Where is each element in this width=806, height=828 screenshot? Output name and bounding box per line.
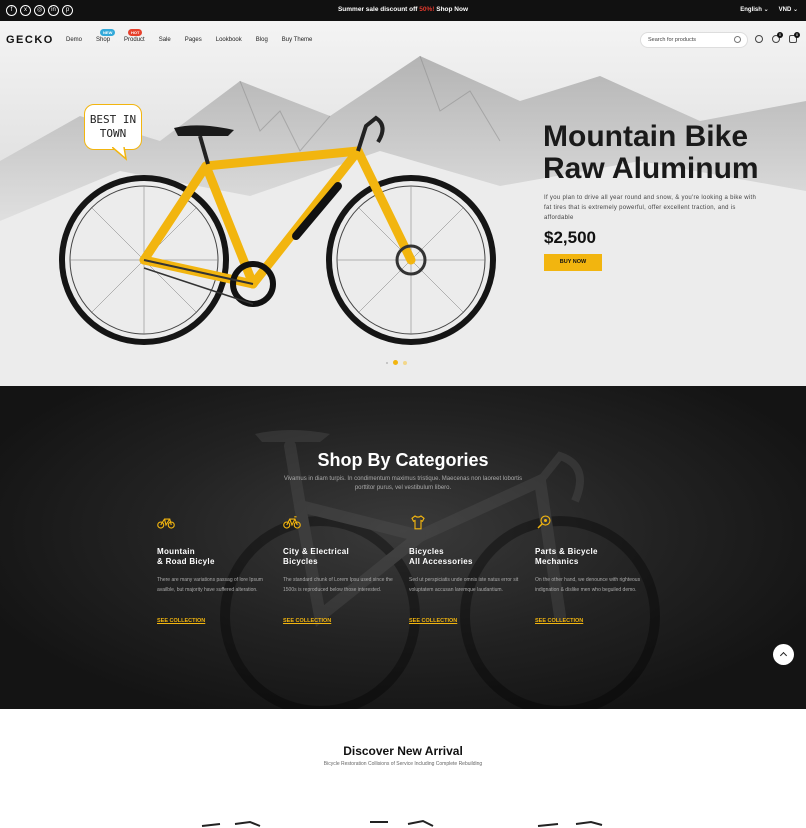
hero-price: $2,500 <box>544 228 596 247</box>
category-card-city-electrical: City & Electrical Bicycles The standard c… <box>283 514 395 627</box>
category-name: Mountain & Road Bicyle <box>157 547 269 567</box>
hot-badge: HOT <box>128 29 143 36</box>
category-description: The standard chunk of Lorem Ipsu used si… <box>283 577 393 593</box>
locale-switchers: English ⌄ VND ⌄ <box>740 6 798 13</box>
nav-lookbook[interactable]: Lookbook <box>216 37 242 43</box>
see-collection-link[interactable]: SEE COLLECTION <box>283 618 331 624</box>
wishlist-count: 0 <box>777 32 783 38</box>
see-collection-link[interactable]: SEE COLLECTION <box>535 618 583 624</box>
wrench-icon <box>537 515 551 529</box>
nav-pages[interactable]: Pages <box>185 37 202 43</box>
categories-title: Shop By Categories <box>317 450 489 470</box>
currency-select[interactable]: VND ⌄ <box>779 6 798 13</box>
cart-icon[interactable]: 0 <box>789 32 800 43</box>
category-name-line-1: City & Electrical <box>283 547 350 556</box>
speech-tail <box>112 147 128 161</box>
language-label: English <box>740 7 762 13</box>
search-input[interactable]: Search for products <box>640 32 748 48</box>
bicycle-icon <box>157 518 175 529</box>
buy-now-button[interactable]: BUY NOW <box>544 254 602 271</box>
scroll-to-top-button[interactable] <box>773 644 794 665</box>
nav-label: Demo <box>66 37 83 43</box>
promo-prefix: Summer sale discount off <box>337 6 418 13</box>
categories-section: Shop By Categories Vivamus in diam turpi… <box>0 386 806 709</box>
category-name-line-2: & Road Bicyle <box>157 557 215 566</box>
product-image-peek-1 <box>201 820 261 827</box>
slide-dot-1[interactable] <box>386 361 388 364</box>
main-nav: Demo NEW Shop HOT Product Sale Pages Lookb… <box>66 29 313 43</box>
language-select[interactable]: English ⌄ <box>740 6 768 13</box>
category-card-accessories: Bicycles All Accessories Sed ut perspicia… <box>409 514 521 627</box>
nav-label: Pages <box>184 37 202 43</box>
slide-dot-2[interactable] <box>393 360 398 365</box>
badge-text: BEST IN TOWN <box>89 113 137 140</box>
background-bike-silhouette <box>220 430 660 709</box>
nav-label: Buy Theme <box>281 37 313 43</box>
categories-subtitle: Vivamus in diam turpis. In condimentum m… <box>283 476 523 491</box>
slide-dot-3[interactable] <box>403 360 407 365</box>
promo-highlight: 50%! <box>419 6 435 13</box>
new-arrival-subtitle: Bicycle Restoration Collisions of Servic… <box>323 761 483 767</box>
site-header: GECKO Demo NEW Shop HOT Product Sale Pages… <box>0 21 806 59</box>
search-placeholder: Search for products <box>648 37 696 43</box>
see-collection-link[interactable]: SEE COLLECTION <box>157 618 205 624</box>
category-name-line-1: Mountain <box>157 547 195 556</box>
category-name: Bicycles All Accessories <box>409 547 521 567</box>
hero-title-line-2: Raw Aluminum <box>543 152 759 185</box>
hero-description: If you plan to drive all year round and … <box>544 195 757 221</box>
category-name-line-2: All Accessories <box>409 557 473 566</box>
category-description: There are many variations passag of lore… <box>157 577 263 593</box>
nav-buy-theme[interactable]: Buy Theme <box>282 37 313 43</box>
hero-title-line-1: Mountain Bike <box>543 120 749 153</box>
promo-text: Summer sale discount off 50%! Shop Now <box>0 6 806 13</box>
nav-label: Lookbook <box>215 37 242 43</box>
hero-slider: BEST IN TOWN Mountain Bike Raw Aluminum … <box>0 21 806 386</box>
new-arrival-title: Discover New Arrival <box>343 744 463 758</box>
electric-bicycle-icon <box>283 516 301 529</box>
cart-count: 0 <box>794 32 800 38</box>
category-name-line-1: Parts & Bicycle <box>535 547 598 556</box>
promo-shop-now-link[interactable]: Shop Now <box>436 6 468 13</box>
nav-label: Sale <box>158 37 171 43</box>
nav-label: Shop <box>96 37 111 43</box>
jersey-icon <box>411 515 425 530</box>
announcement-bar: f x ◎ in p Summer sale discount off 50%!… <box>0 0 806 21</box>
see-collection-link[interactable]: SEE COLLECTION <box>409 618 457 624</box>
hero-title: Mountain Bike Raw Aluminum <box>543 121 793 185</box>
nav-label: Product <box>124 37 145 43</box>
product-image-peek-3 <box>537 820 603 827</box>
product-image-peek-2 <box>370 819 434 827</box>
nav-blog[interactable]: Blog <box>256 37 268 43</box>
category-description: Sed ut perspiciatis unde omnis iste natu… <box>409 577 519 593</box>
nav-label: Blog <box>255 37 268 43</box>
nav-sale[interactable]: Sale <box>159 37 171 43</box>
search-icon[interactable] <box>734 36 741 43</box>
nav-shop[interactable]: NEW Shop <box>96 29 116 43</box>
site-logo[interactable]: GECKO <box>6 34 54 46</box>
category-name: City & Electrical Bicycles <box>283 547 395 567</box>
header-actions: 0 0 <box>755 32 800 43</box>
nav-demo[interactable]: Demo <box>66 37 82 43</box>
category-name: Parts & Bicycle Mechanics <box>535 547 647 567</box>
category-name-line-2: Mechanics <box>535 557 579 566</box>
category-description: On the other hand, we denounce with righ… <box>535 577 641 593</box>
category-card-parts-mechanics: Parts & Bicycle Mechanics On the other ha… <box>535 514 647 627</box>
category-card-mountain: Mountain & Road Bicyle There are many var… <box>157 514 269 627</box>
slider-dots <box>386 360 407 365</box>
category-name-line-1: Bicycles <box>409 547 444 556</box>
new-badge: NEW <box>100 29 116 36</box>
category-name-line-2: Bicycles <box>283 557 318 566</box>
best-in-town-badge: BEST IN TOWN <box>84 104 142 150</box>
wishlist-icon[interactable]: 0 <box>772 32 783 43</box>
chevron-down-icon: ⌄ <box>792 7 798 13</box>
chevron-down-icon: ⌄ <box>763 7 769 13</box>
currency-label: VND <box>778 7 792 13</box>
nav-product[interactable]: HOT Product <box>124 29 145 43</box>
account-icon[interactable] <box>755 35 763 43</box>
